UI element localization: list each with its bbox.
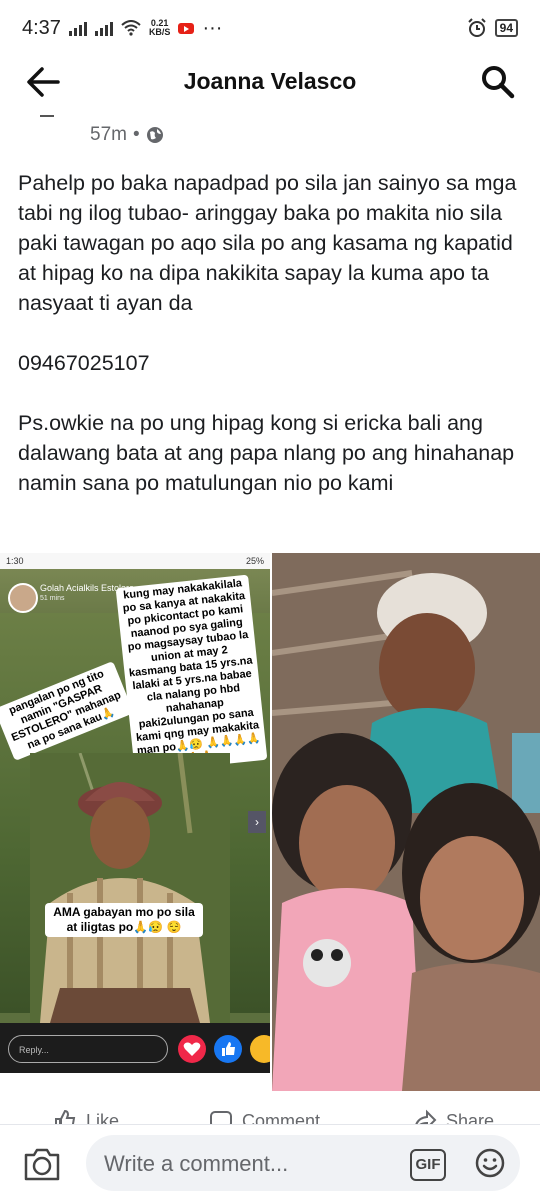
page-title: Joanna Velasco (183, 68, 357, 94)
comment-button[interactable]: Comment (208, 1108, 320, 1124)
comment-placeholder: Write a comment... (104, 1151, 289, 1176)
embedded-time: 1:30 (6, 556, 24, 566)
share-button[interactable]: Share (412, 1108, 494, 1124)
signal-icon-2 (94, 20, 113, 36)
share-icon (415, 1109, 437, 1124)
man-photo (30, 753, 230, 1023)
like-button[interactable]: Like (52, 1108, 119, 1124)
chevron-right-icon: › (248, 811, 266, 833)
status-time: 4:37 (22, 16, 61, 39)
post-body: Pahelp po baka napadpad po sila jan sain… (18, 171, 517, 495)
wifi-icon (121, 20, 141, 36)
emoji-icon[interactable] (474, 1147, 506, 1179)
story-caption-sticker: kung may nakakakilala po sa kanya at nak… (115, 574, 268, 774)
alarm-icon (467, 18, 486, 37)
more-notifications: ··· (202, 16, 223, 39)
net-speed: 0.21 KB/S (148, 18, 171, 37)
post-time: 57m (90, 124, 127, 145)
post-meta: 57m • (90, 124, 164, 146)
story-time: 51 mins (40, 595, 65, 602)
author-name-fragment (40, 115, 54, 117)
story-reply-input: Reply... (8, 1035, 168, 1063)
family-photo (272, 553, 540, 1091)
post-photo-story-screenshot[interactable]: 1:30 25% Golah Acialkils Estolero 51 min… (0, 553, 270, 1073)
story-avatar (8, 583, 38, 613)
post-photo-family[interactable] (272, 553, 540, 1091)
app-bar: Joanna Velasco (0, 56, 540, 108)
signal-icon (68, 20, 87, 36)
camera-icon[interactable] (22, 1145, 62, 1183)
gif-button[interactable]: GIF (410, 1149, 446, 1181)
like-react-icon (214, 1035, 242, 1063)
embedded-battery: 25% (245, 556, 264, 566)
haha-react-icon (250, 1035, 270, 1063)
comment-icon (210, 1111, 232, 1124)
like-icon (55, 1109, 76, 1124)
globe-icon (146, 127, 163, 143)
youtube-icon (178, 22, 195, 34)
heart-react-icon (178, 1035, 206, 1063)
story-prayer-sticker: AMA gabayan mo po sila at iligtas po🙏😥 😌 (45, 903, 203, 937)
comment-input[interactable]: Write a comment... GIF (86, 1135, 520, 1191)
embedded-status-bar: 1:30 25% (0, 553, 270, 569)
status-bar: 4:37 0.21 KB/S ··· 94 (0, 0, 540, 56)
post-actions: Like Comment Share (0, 1100, 540, 1124)
story-reply-bar: Reply... (0, 1023, 270, 1073)
meta-separator: • (132, 124, 140, 145)
comment-composer: Write a comment... GIF (0, 1124, 540, 1201)
battery-indicator: 94 (494, 19, 518, 37)
search-icon[interactable] (480, 64, 516, 100)
